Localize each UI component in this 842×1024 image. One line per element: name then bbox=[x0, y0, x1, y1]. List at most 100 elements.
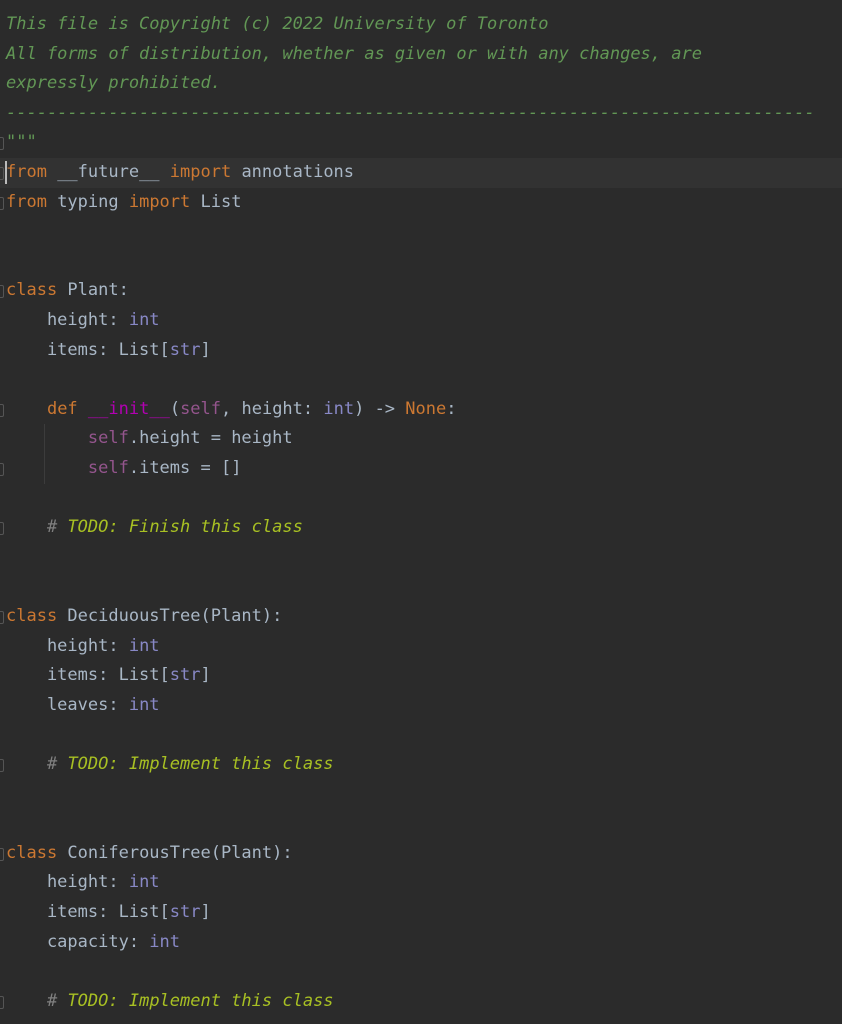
code-text: self.items = [] bbox=[6, 454, 242, 484]
code-line[interactable]: All forms of distribution, whether as gi… bbox=[0, 40, 842, 70]
code-line[interactable]: items: List[str] bbox=[0, 336, 842, 366]
code-token: self bbox=[180, 398, 222, 419]
code-line[interactable]: This file is Copyright (c) 2022 Universi… bbox=[0, 10, 842, 40]
code-line[interactable]: # TODO: Finish this class bbox=[0, 513, 842, 543]
code-token: from bbox=[6, 162, 47, 182]
code-token: str bbox=[169, 902, 201, 922]
code-token: int bbox=[128, 310, 160, 330]
code-token: This file is Copyright (c) 2022 Universi… bbox=[6, 14, 549, 34]
code-token: self bbox=[87, 428, 129, 449]
code-line[interactable]: capacity: int bbox=[0, 928, 842, 958]
code-token: height: bbox=[6, 310, 129, 330]
fold-marker-icon[interactable] bbox=[0, 611, 4, 624]
code-line[interactable]: items: List[str] bbox=[0, 898, 842, 928]
fold-marker-icon[interactable] bbox=[0, 759, 4, 772]
code-token: ----------------------------------------… bbox=[6, 102, 815, 123]
code-text: items: List[str] bbox=[6, 898, 211, 928]
fold-marker-icon[interactable] bbox=[0, 403, 4, 417]
code-token: items: List[ bbox=[6, 339, 170, 360]
code-line[interactable] bbox=[0, 543, 842, 573]
code-line[interactable] bbox=[0, 247, 842, 277]
code-token: """ bbox=[6, 132, 37, 153]
code-text: """ bbox=[6, 128, 37, 158]
code-line[interactable]: expressly prohibited. bbox=[0, 69, 842, 99]
code-editor[interactable]: This file is Copyright (c) 2022 Universi… bbox=[0, 0, 842, 1024]
code-text: # TODO: Implement this class bbox=[6, 750, 334, 780]
code-token: : bbox=[446, 398, 457, 419]
code-token: DeciduousTree(Plant): bbox=[57, 606, 283, 626]
code-line[interactable]: self.height = height bbox=[0, 424, 842, 454]
code-token: int bbox=[128, 694, 160, 715]
code-token: items: List[ bbox=[6, 902, 170, 922]
code-line[interactable]: leaves: int bbox=[0, 691, 842, 721]
code-line[interactable] bbox=[0, 572, 842, 602]
code-token: ConiferousTree(Plant): bbox=[57, 842, 293, 863]
code-text: height: int bbox=[6, 306, 160, 336]
fold-marker-icon[interactable] bbox=[0, 522, 4, 536]
code-token: # bbox=[46, 754, 68, 774]
fold-marker-icon[interactable] bbox=[0, 463, 4, 476]
code-token: capacity: bbox=[6, 931, 150, 952]
code-line[interactable]: items: List[str] bbox=[0, 661, 842, 691]
code-line[interactable]: height: int bbox=[0, 868, 842, 898]
code-token: TODO: Finish this class bbox=[67, 517, 303, 538]
code-token: All forms of distribution, whether as gi… bbox=[6, 43, 702, 64]
fold-marker-icon[interactable] bbox=[0, 285, 4, 299]
code-text: self.height = height bbox=[6, 424, 293, 454]
code-token: List bbox=[190, 191, 242, 212]
code-token: ( bbox=[169, 398, 181, 419]
code-line[interactable]: height: int bbox=[0, 632, 842, 662]
code-token: # bbox=[46, 990, 68, 1011]
code-token: int bbox=[128, 635, 160, 656]
code-token: height: bbox=[6, 872, 129, 893]
code-token: from bbox=[6, 191, 47, 212]
code-text: items: List[str] bbox=[6, 336, 211, 366]
code-text: class ConiferousTree(Plant): bbox=[6, 839, 293, 869]
fold-marker-icon[interactable] bbox=[0, 137, 4, 151]
code-line[interactable]: class ConiferousTree(Plant): bbox=[0, 839, 842, 869]
code-token: expressly prohibited. bbox=[6, 73, 221, 94]
fold-marker-icon[interactable] bbox=[0, 167, 4, 180]
code-line[interactable]: self.items = [] bbox=[0, 454, 842, 484]
fold-marker-icon[interactable] bbox=[0, 847, 4, 861]
code-token: items: List[ bbox=[6, 665, 170, 686]
code-line[interactable]: def __init__(self, height: int) -> None: bbox=[0, 395, 842, 425]
code-line[interactable] bbox=[0, 780, 842, 810]
code-line[interactable]: class DeciduousTree(Plant): bbox=[0, 602, 842, 632]
fold-marker-icon[interactable] bbox=[0, 196, 4, 210]
code-line[interactable]: # TODO: Implement this class bbox=[0, 987, 842, 1017]
code-line[interactable] bbox=[0, 365, 842, 395]
code-line[interactable] bbox=[0, 720, 842, 750]
code-text: # TODO: Finish this class bbox=[6, 513, 303, 543]
code-token: int bbox=[149, 931, 181, 952]
code-text: height: int bbox=[6, 632, 160, 662]
code-text: from typing import List bbox=[6, 188, 241, 218]
code-token: height: bbox=[6, 635, 129, 656]
code-line[interactable]: ----------------------------------------… bbox=[0, 99, 842, 129]
code-token: import bbox=[169, 162, 232, 182]
code-text: height: int bbox=[6, 868, 160, 898]
code-token: ) -> bbox=[354, 398, 406, 419]
code-line[interactable] bbox=[0, 217, 842, 247]
code-line[interactable]: """ bbox=[0, 128, 842, 158]
code-token: import bbox=[128, 191, 191, 212]
code-line[interactable]: # TODO: Implement this class bbox=[0, 750, 842, 780]
code-line[interactable]: height: int bbox=[0, 306, 842, 336]
fold-marker-icon[interactable] bbox=[0, 995, 4, 1009]
code-line[interactable]: class Plant: bbox=[0, 276, 842, 306]
code-line[interactable]: from typing import List bbox=[0, 188, 842, 218]
code-line[interactable] bbox=[0, 809, 842, 839]
code-line[interactable] bbox=[0, 957, 842, 987]
code-token: leaves: bbox=[6, 694, 129, 715]
code-text: class Plant: bbox=[6, 276, 129, 306]
code-text: All forms of distribution, whether as gi… bbox=[6, 40, 702, 70]
code-token: TODO: Implement this class bbox=[67, 990, 334, 1011]
code-text: ----------------------------------------… bbox=[6, 99, 815, 129]
code-token: ] bbox=[200, 902, 211, 922]
code-line[interactable]: from __future__ import annotations bbox=[0, 158, 842, 188]
code-line[interactable] bbox=[0, 484, 842, 514]
